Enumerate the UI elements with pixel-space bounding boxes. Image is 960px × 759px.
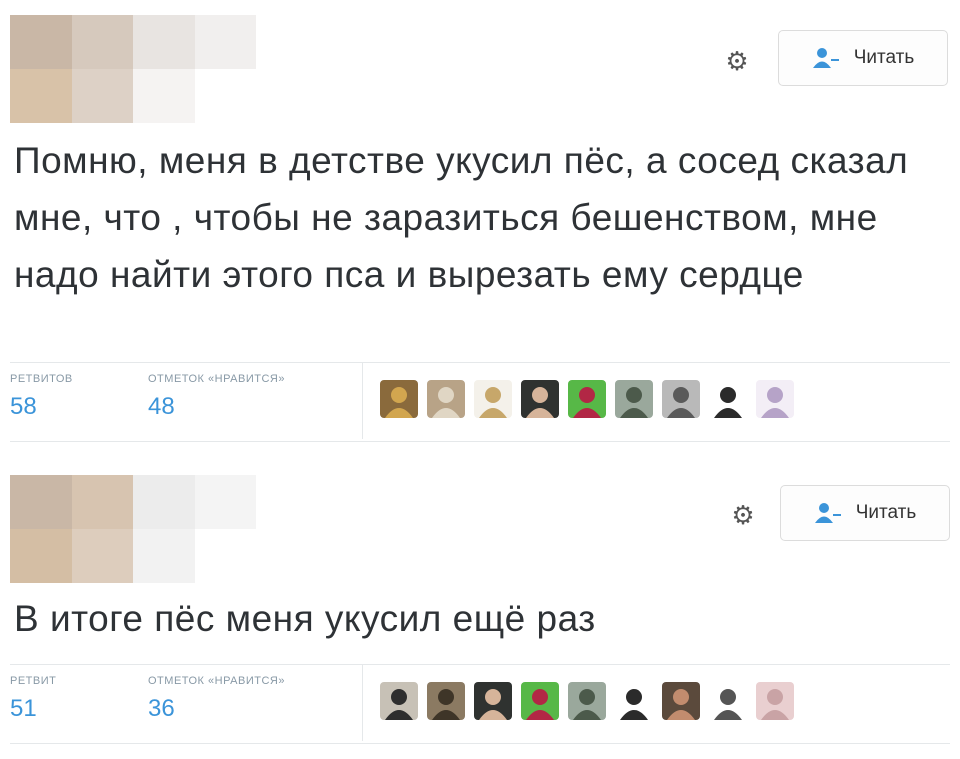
avatar-pixel xyxy=(133,15,195,69)
avatar-pixel xyxy=(10,15,72,69)
gear-icon[interactable]: ⚙ xyxy=(722,47,752,77)
avatar-pixel xyxy=(71,475,133,529)
avatar-pixel xyxy=(71,15,133,69)
tweet-stats: РЕТВИТ 51 ОТМЕТОК «НРАВИТСЯ» 36 xyxy=(10,664,950,744)
avatar-pixel xyxy=(10,529,72,583)
tweet-text: В итоге пёс меня укусил ещё раз xyxy=(14,598,596,639)
avatar-pixel xyxy=(194,529,256,583)
avatar-pixel xyxy=(194,15,256,69)
add-user-icon xyxy=(814,503,841,523)
like-stat[interactable]: ОТМЕТОК «НРАВИТСЯ» 36 xyxy=(148,675,285,723)
retweet-label: РЕТВИТ xyxy=(10,675,57,687)
face-photo-avatar[interactable] xyxy=(662,682,700,720)
retweet-stat[interactable]: РЕТВИТ 51 xyxy=(10,675,56,723)
like-count: 48 xyxy=(148,393,175,420)
sketch-avatar[interactable] xyxy=(709,682,747,720)
plague-mask-avatar[interactable] xyxy=(521,380,559,418)
plague-mask-avatar[interactable] xyxy=(474,682,512,720)
stats-divider xyxy=(362,363,363,439)
author-avatar[interactable] xyxy=(10,15,256,123)
stats-divider xyxy=(362,665,363,741)
add-user-icon xyxy=(812,48,839,68)
group-photo-avatar[interactable] xyxy=(615,380,653,418)
painting-avatar[interactable] xyxy=(427,682,465,720)
pink-photo-avatar[interactable] xyxy=(756,682,794,720)
like-count: 36 xyxy=(148,695,175,722)
gear-icon[interactable]: ⚙ xyxy=(728,501,758,531)
portrait-avatar[interactable] xyxy=(662,380,700,418)
tweet-card: ⚙ Читать В итоге пёс меня укусил ещё раз… xyxy=(0,468,960,759)
painting-avatar[interactable] xyxy=(427,380,465,418)
follow-label: Читать xyxy=(853,47,915,68)
tweet-card: ⚙ Читать Помню, меня в детстве укусил пё… xyxy=(0,0,960,445)
avatar-pixel xyxy=(133,529,195,583)
like-stat[interactable]: ОТМЕТОК «НРАВИТСЯ» 48 xyxy=(148,373,285,421)
avatar-pixel xyxy=(71,529,133,583)
avatar-pixel xyxy=(133,69,195,123)
tweet-text: Помню, меня в детстве укусил пёс, а сосе… xyxy=(14,140,909,295)
retweet-label: РЕТВИТОВ xyxy=(10,373,73,385)
avatar-pixel xyxy=(10,475,72,529)
meme-face-avatar[interactable] xyxy=(380,380,418,418)
liker-avatars xyxy=(380,380,794,418)
retweet-stat[interactable]: РЕТВИТОВ 58 xyxy=(10,373,73,421)
blob-avatar[interactable] xyxy=(756,380,794,418)
liker-avatars xyxy=(380,682,794,720)
avatar-pixel xyxy=(133,475,195,529)
photo-avatar[interactable] xyxy=(380,682,418,720)
red-pattern-avatar[interactable] xyxy=(521,682,559,720)
follow-button[interactable]: Читать xyxy=(778,30,948,86)
avatar-pixel xyxy=(194,475,256,529)
like-label: ОТМЕТОК «НРАВИТСЯ» xyxy=(148,373,285,385)
silhouette-avatar[interactable] xyxy=(615,682,653,720)
avatar-pixel xyxy=(194,69,256,123)
like-label: ОТМЕТОК «НРАВИТСЯ» xyxy=(148,675,285,687)
tweet-stats: РЕТВИТОВ 58 ОТМЕТОК «НРАВИТСЯ» 48 xyxy=(10,362,950,442)
avatar-pixel xyxy=(10,69,72,123)
author-avatar[interactable] xyxy=(10,475,256,583)
red-pattern-avatar[interactable] xyxy=(568,380,606,418)
avatar-pixel xyxy=(71,69,133,123)
follow-label: Читать xyxy=(855,502,917,523)
silhouette-avatar[interactable] xyxy=(709,380,747,418)
follow-button[interactable]: Читать xyxy=(780,485,950,541)
group-photo-avatar[interactable] xyxy=(568,682,606,720)
cartoon-avatar[interactable] xyxy=(474,380,512,418)
retweet-count: 51 xyxy=(10,695,37,722)
retweet-count: 58 xyxy=(10,393,37,420)
